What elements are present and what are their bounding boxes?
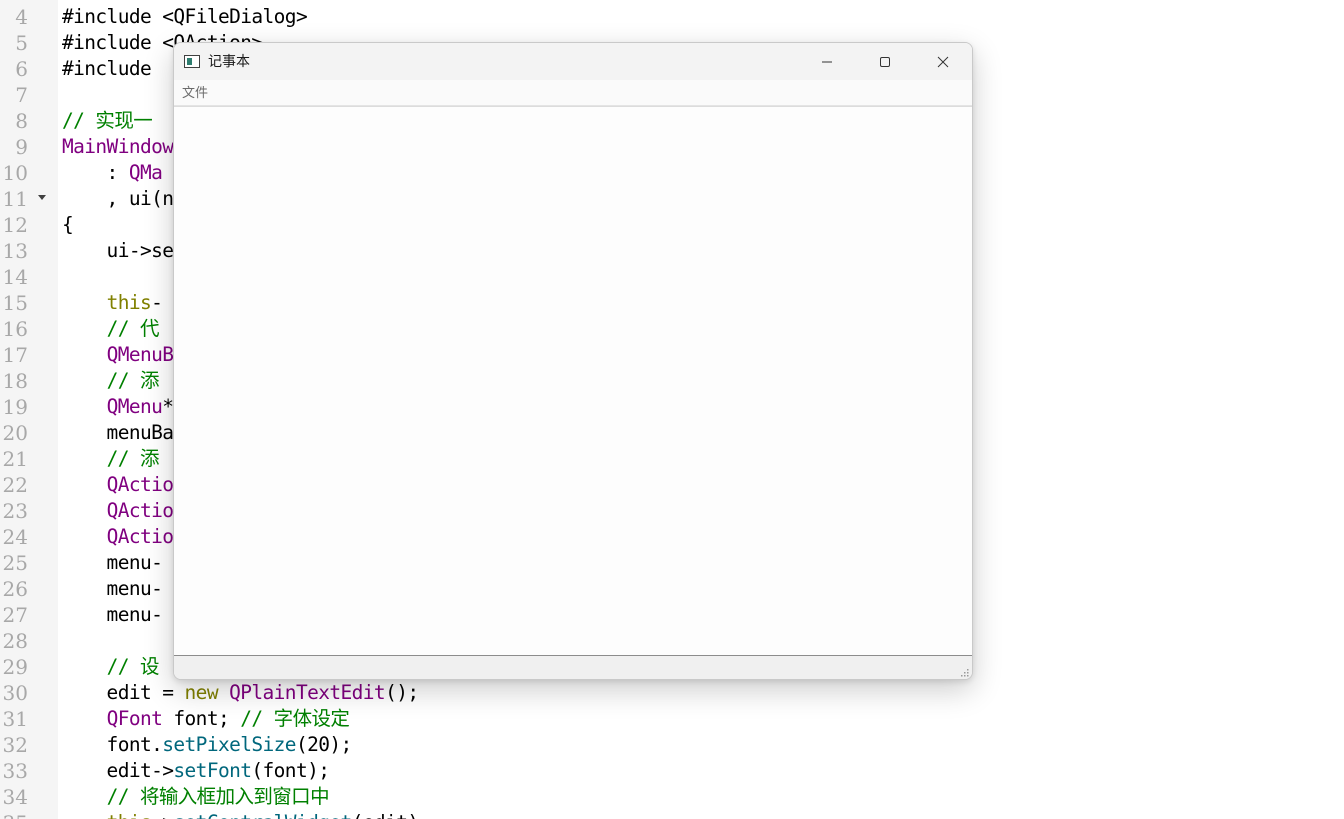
code-text: edit = new QPlainTextEdit(); xyxy=(62,681,420,704)
code-line[interactable]: 4 #include <QFileDialog> xyxy=(0,4,1344,30)
notepad-window: 记事本 文件 xyxy=(173,42,973,680)
line-number: 25 xyxy=(2,551,28,575)
line-number: 8 xyxy=(15,109,28,133)
line-number: 10 xyxy=(2,161,28,185)
code-text: ui->se xyxy=(62,239,174,262)
fold-arrow-icon[interactable] xyxy=(38,195,46,200)
code-text: menu- xyxy=(62,551,163,574)
line-number: 6 xyxy=(15,57,28,81)
line-number: 29 xyxy=(2,655,28,679)
code-text: font.setPixelSize(20); xyxy=(62,733,353,756)
title-bar[interactable]: 记事本 xyxy=(174,43,972,80)
code-text: QFont font; // 字体设定 xyxy=(106,707,350,730)
status-bar xyxy=(174,655,972,679)
line-number: 18 xyxy=(2,369,28,393)
line-number: 20 xyxy=(2,421,28,445)
line-number: 15 xyxy=(2,291,28,315)
close-button[interactable] xyxy=(914,43,972,80)
line-number: 7 xyxy=(15,83,28,107)
maximize-icon xyxy=(880,57,890,67)
line-number: 4 xyxy=(15,5,28,29)
line-number: 11 xyxy=(2,187,28,211)
code-text: // 添 xyxy=(106,369,160,392)
line-number: 13 xyxy=(2,239,28,263)
line-number: 17 xyxy=(2,343,28,367)
code-line[interactable]: 32 font.setPixelSize(20); xyxy=(0,732,1344,758)
line-number: 34 xyxy=(2,785,28,809)
line-number: 35 xyxy=(0,810,28,819)
minimize-button[interactable] xyxy=(798,43,856,80)
menu-bar: 文件 xyxy=(174,80,972,106)
code-text: QActio xyxy=(106,473,174,496)
line-number: 32 xyxy=(2,733,28,757)
code-text: menuBa xyxy=(62,421,174,444)
code-text: : QMa xyxy=(62,161,163,184)
code-text: { xyxy=(62,213,74,236)
code-text: QMenuB xyxy=(106,343,174,366)
line-number: 14 xyxy=(2,265,28,289)
code-line[interactable]: 34 // 将输入框加入到窗口中 xyxy=(0,784,1344,810)
line-number: 9 xyxy=(15,135,28,159)
code-text: QActio xyxy=(106,499,174,522)
line-number: 23 xyxy=(2,499,28,523)
code-text: // 将输入框加入到窗口中 xyxy=(106,785,330,808)
code-line[interactable]: 30 edit = new QPlainTextEdit(); xyxy=(0,680,1344,706)
code-text: #include xyxy=(62,57,152,80)
code-text: MainWindow xyxy=(62,135,174,158)
line-number: 22 xyxy=(2,473,28,497)
code-text: QActio xyxy=(106,525,174,548)
line-number: 28 xyxy=(2,629,28,653)
code-line[interactable]: 31 QFont font; // 字体设定 xyxy=(0,706,1344,732)
line-number: 12 xyxy=(2,213,28,237)
maximize-button[interactable] xyxy=(856,43,914,80)
line-number: 19 xyxy=(2,395,28,419)
line-number: 33 xyxy=(2,759,28,783)
code-text: this- xyxy=(106,291,163,314)
notepad-app-icon xyxy=(184,55,200,68)
line-number: 16 xyxy=(2,317,28,341)
plain-text-edit[interactable] xyxy=(174,106,972,655)
line-number: 26 xyxy=(2,577,28,601)
line-number: 31 xyxy=(2,707,28,731)
window-title: 记事本 xyxy=(208,53,250,69)
code-text: QMenu* xyxy=(106,395,174,418)
code-line[interactable]: 35 this->setCentralWidget(edit) xyxy=(0,810,1344,819)
line-number: 27 xyxy=(2,603,28,627)
code-text: menu- xyxy=(62,603,163,626)
line-number: 21 xyxy=(2,447,28,471)
code-text: , ui(n xyxy=(62,187,174,210)
line-number: 24 xyxy=(2,525,28,549)
code-text: // 代 xyxy=(106,317,160,340)
code-line[interactable]: 33 edit->setFont(font); xyxy=(0,758,1344,784)
size-grip-icon[interactable] xyxy=(959,667,969,677)
code-text: menu- xyxy=(62,577,163,600)
code-text: // 添 xyxy=(106,447,160,470)
code-text: #include <QFileDialog> xyxy=(62,5,308,28)
minimize-icon xyxy=(822,61,832,63)
code-text: // 设 xyxy=(106,655,160,678)
line-number: 5 xyxy=(15,31,28,55)
code-text: this->setCentralWidget(edit) xyxy=(62,810,420,819)
code-text: edit->setFont(font); xyxy=(62,759,330,782)
close-icon xyxy=(937,56,949,68)
code-text: // 实现一 xyxy=(62,109,153,132)
menu-file[interactable]: 文件 xyxy=(181,85,209,101)
line-number: 30 xyxy=(2,681,28,705)
